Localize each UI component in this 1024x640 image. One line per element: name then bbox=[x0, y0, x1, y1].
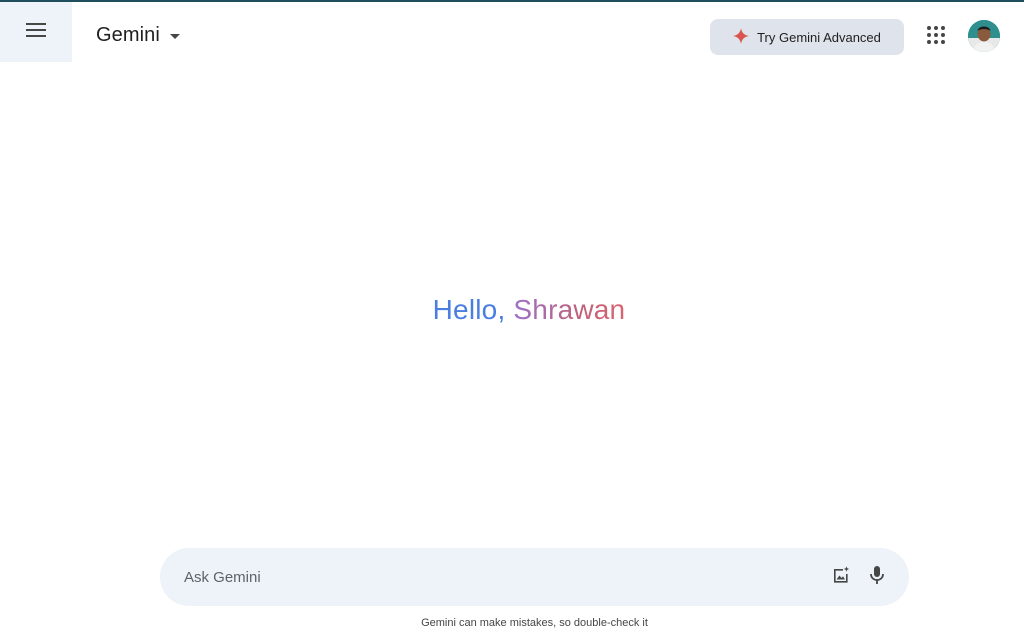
account-avatar[interactable] bbox=[968, 20, 1000, 52]
greeting-heading: Hello, Shrawan bbox=[0, 294, 1024, 326]
disclaimer-text: Gemini can make mistakes, so double-chec… bbox=[421, 617, 648, 629]
app-title: Gemini bbox=[96, 24, 160, 46]
greeting-user-name: Shrawan bbox=[513, 294, 626, 325]
apps-grid-icon bbox=[927, 25, 945, 49]
prompt-input[interactable] bbox=[184, 568, 819, 586]
caret-down-icon bbox=[169, 27, 180, 45]
try-advanced-button[interactable]: Try Gemini Advanced bbox=[710, 19, 904, 55]
main-menu-button[interactable] bbox=[0, 2, 72, 62]
add-image-icon bbox=[831, 565, 851, 590]
microphone-icon bbox=[869, 565, 885, 590]
sparkle-icon bbox=[733, 27, 750, 47]
model-switcher[interactable]: Gemini bbox=[96, 24, 180, 47]
try-advanced-label: Try Gemini Advanced bbox=[757, 29, 881, 45]
window-top-border bbox=[0, 0, 1024, 2]
google-apps-button[interactable] bbox=[922, 23, 950, 51]
greeting-hello: Hello, bbox=[432, 294, 506, 325]
hamburger-menu-icon bbox=[26, 22, 46, 42]
upload-image-button[interactable] bbox=[827, 563, 855, 591]
prompt-bar bbox=[160, 548, 909, 606]
voice-input-button[interactable] bbox=[863, 563, 891, 591]
